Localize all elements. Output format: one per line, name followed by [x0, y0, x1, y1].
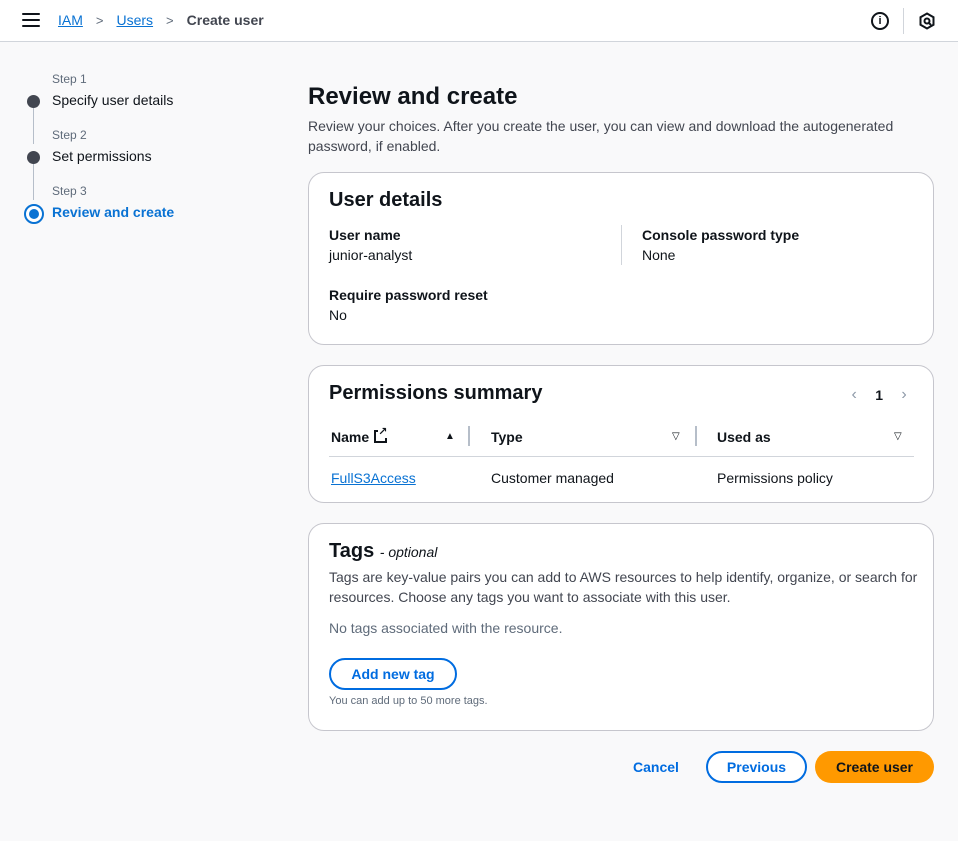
page-number[interactable]: 1 — [875, 387, 883, 403]
external-link-icon — [374, 426, 388, 443]
divider — [621, 225, 622, 265]
tags-title-text: Tags — [329, 540, 375, 562]
tags-empty-message: No tags associated with the resource. — [329, 620, 563, 636]
cancel-button[interactable]: Cancel — [633, 759, 679, 775]
column-header-used-as[interactable]: Used as — [717, 429, 771, 445]
user-name-label: User name — [329, 227, 401, 243]
policy-name-link[interactable]: FullS3Access — [331, 470, 416, 486]
chevron-left-icon[interactable]: ‹ — [847, 386, 861, 404]
user-name-value: junior-analyst — [329, 247, 413, 263]
step-label: Set permissions — [52, 148, 152, 164]
breadcrumb-users[interactable]: Users — [116, 12, 153, 28]
permissions-summary-title: Permissions summary — [329, 382, 543, 404]
step-label: Review and create — [52, 204, 175, 220]
console-password-value: None — [642, 247, 676, 263]
permissions-summary-card: Permissions summary ‹ 1 › Name ▲ Type ▽ … — [308, 365, 934, 503]
pagination: ‹ 1 › — [847, 386, 911, 404]
step-number: Step 1 — [52, 72, 87, 86]
console-password-label: Console password type — [642, 227, 800, 243]
user-details-card: User details User name junior-analyst Co… — [308, 172, 934, 345]
notifications-icon[interactable] — [918, 12, 936, 30]
step-number: Step 2 — [52, 128, 87, 142]
column-header-type[interactable]: Type — [491, 429, 523, 445]
password-reset-label: Require password reset — [329, 287, 488, 303]
previous-button[interactable]: Previous — [706, 751, 807, 783]
step-label: Specify user details — [52, 92, 174, 108]
sort-icon[interactable]: ▽ — [894, 431, 902, 442]
step-number: Step 3 — [52, 184, 87, 198]
sort-ascending-icon[interactable]: ▲ — [445, 431, 455, 442]
column-separator[interactable] — [468, 426, 470, 446]
policy-type: Customer managed — [491, 470, 614, 486]
table-header-divider — [329, 456, 914, 457]
password-reset-value: No — [329, 307, 347, 323]
breadcrumb: IAM > Users > Create user — [58, 12, 264, 28]
tags-title: Tags - optional — [329, 540, 437, 563]
sort-icon[interactable]: ▽ — [672, 431, 680, 442]
step-completed-icon — [27, 95, 40, 108]
chevron-right-icon: > — [166, 12, 174, 28]
page-title: Review and create — [308, 83, 518, 110]
column-header-name[interactable]: Name — [331, 426, 388, 445]
policy-used-as: Permissions policy — [717, 470, 833, 486]
optional-label: - optional — [379, 544, 438, 560]
step-connector — [33, 108, 34, 144]
chevron-right-icon[interactable]: › — [897, 386, 911, 404]
step-connector — [33, 164, 34, 200]
tags-description: Tags are key-value pairs you can add to … — [329, 569, 918, 605]
breadcrumb-current: Create user — [186, 12, 264, 28]
chevron-right-icon: > — [95, 12, 104, 28]
create-user-button[interactable]: Create user — [815, 751, 934, 783]
breadcrumb-iam[interactable]: IAM — [58, 12, 83, 28]
step-completed-icon — [27, 151, 40, 164]
add-new-tag-button[interactable]: Add new tag — [329, 658, 457, 690]
user-details-title: User details — [329, 189, 443, 211]
tags-hint: You can add up to 50 more tags. — [329, 695, 488, 707]
menu-icon[interactable] — [22, 13, 40, 29]
step-active-icon — [24, 204, 44, 224]
page-description: Review your choices. After you create th… — [308, 118, 894, 154]
tags-card: Tags - optional Tags are key-value pairs… — [308, 523, 934, 731]
column-separator[interactable] — [695, 426, 697, 446]
divider — [903, 8, 904, 34]
top-navigation-bar: IAM > Users > Create user i — [0, 0, 958, 42]
column-header-label: Name — [331, 429, 370, 445]
info-icon[interactable]: i — [871, 12, 889, 30]
